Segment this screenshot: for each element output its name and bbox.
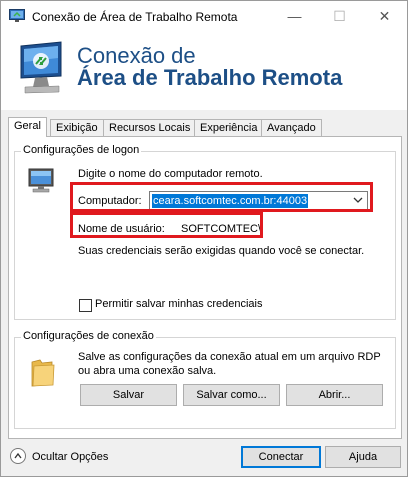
connection-description-line1: Salve as configurações da conexão atual … <box>78 351 381 363</box>
tab-experiencia[interactable]: Experiência <box>194 119 264 136</box>
hide-options-label[interactable]: Ocultar Opções <box>32 451 108 463</box>
banner-title-line2: Área de Trabalho Remota <box>77 65 343 90</box>
open-button[interactable]: Abrir... <box>286 384 383 406</box>
credentials-note: Suas credenciais serão exigidas quando v… <box>78 245 365 257</box>
connection-group-title: Configurações de conexão <box>21 330 156 342</box>
username-highlight-box <box>70 212 263 238</box>
close-button[interactable]: ✕ <box>362 1 407 32</box>
remote-desktop-app-icon <box>9 9 25 22</box>
tab-recursos-locais[interactable]: Recursos Locais <box>103 119 197 136</box>
tab-exibicao[interactable]: Exibição <box>50 119 104 136</box>
hide-options-toggle[interactable] <box>10 448 26 464</box>
minimize-button[interactable]: — <box>272 1 317 32</box>
title-bar: Conexão de Área de Trabalho Remota — ☐ ✕ <box>1 1 407 32</box>
save-credentials-checkbox[interactable] <box>79 299 92 312</box>
connection-settings-group: Configurações de conexão Salve as config… <box>14 330 396 429</box>
tab-geral[interactable]: Geral <box>8 117 47 137</box>
header-banner: Conexão de Área de Trabalho Remota <box>1 32 407 110</box>
remote-desktop-icon <box>20 41 62 94</box>
logon-group-title: Configurações de logon <box>21 144 142 156</box>
tab-avancado[interactable]: Avançado <box>261 119 322 136</box>
computer-highlight-box <box>70 182 373 212</box>
connect-button[interactable]: Conectar <box>241 446 321 468</box>
help-button[interactable]: Ajuda <box>325 446 401 468</box>
maximize-button[interactable]: ☐ <box>317 1 362 32</box>
save-credentials-label[interactable]: Permitir salvar minhas credenciais <box>95 298 263 310</box>
rdp-window: Conexão de Área de Trabalho Remota — ☐ ✕… <box>0 0 408 477</box>
window-title: Conexão de Área de Trabalho Remota <box>32 10 238 24</box>
computer-icon <box>28 168 54 193</box>
save-as-button[interactable]: Salvar como... <box>183 384 280 406</box>
folder-icon <box>31 359 55 387</box>
save-button[interactable]: Salvar <box>80 384 177 406</box>
connection-description-line2: ou abra uma conexão salva. <box>78 365 217 377</box>
tab-panel-geral: Configurações de logon Digite o nome do … <box>8 136 402 439</box>
logon-instruction: Digite o nome do computador remoto. <box>78 168 263 180</box>
chevron-up-icon[interactable] <box>14 452 22 460</box>
